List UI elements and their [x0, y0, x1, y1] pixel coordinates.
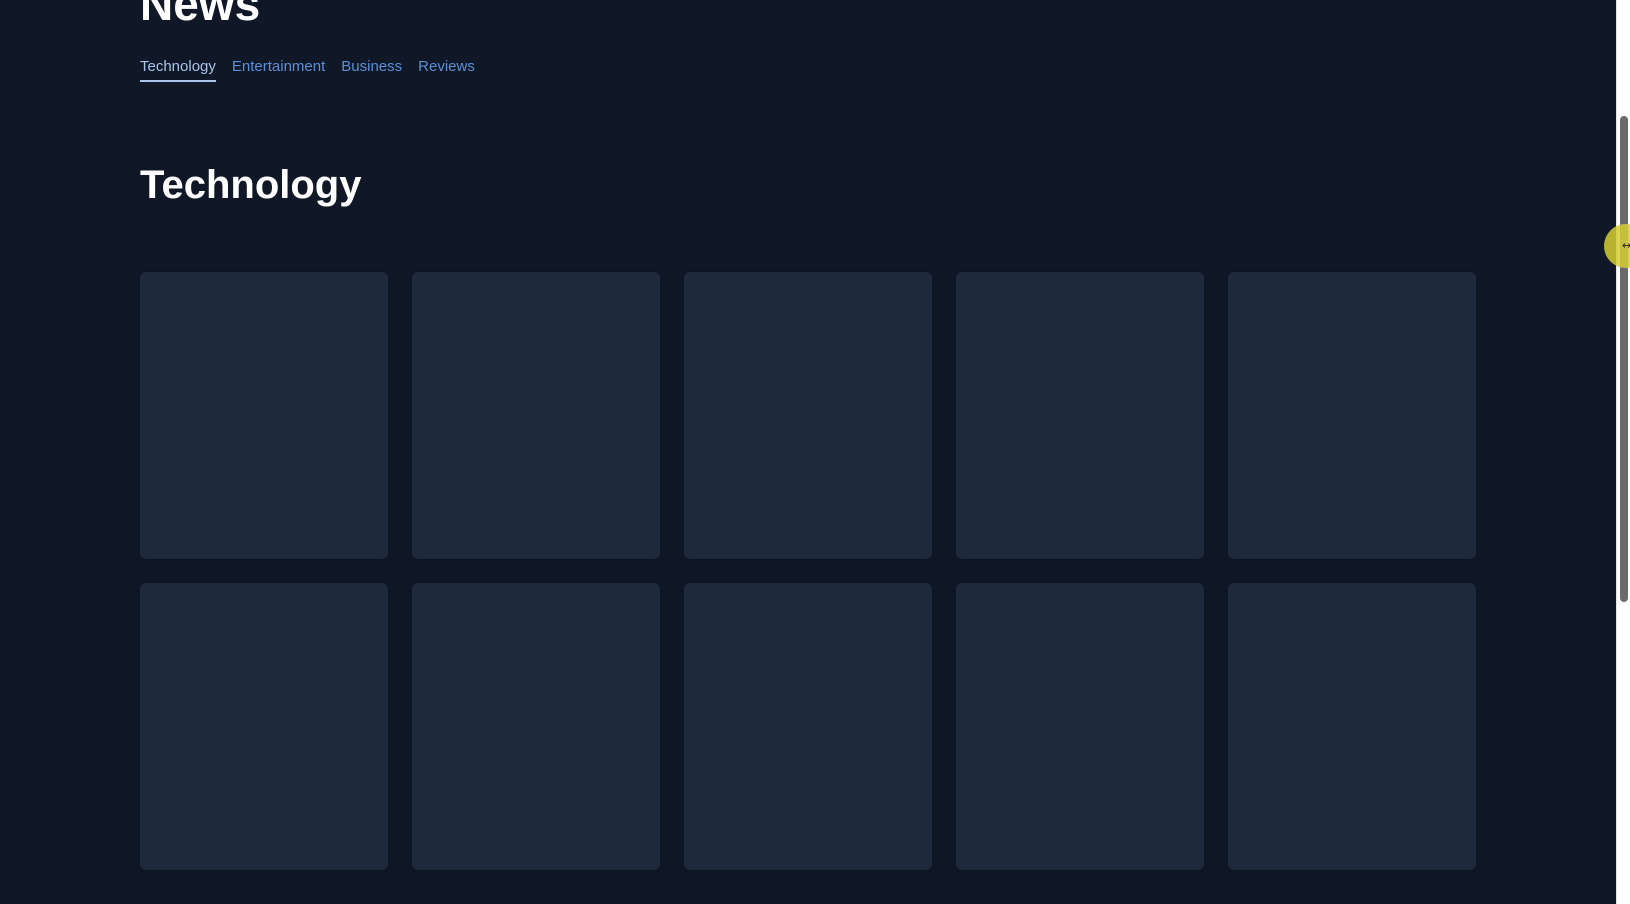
- news-card-placeholder[interactable]: [684, 272, 932, 559]
- vertical-scrollbar[interactable]: [1616, 0, 1630, 904]
- news-card-placeholder[interactable]: [956, 583, 1204, 870]
- news-card-placeholder[interactable]: [956, 272, 1204, 559]
- page-viewport: News Technology Entertainment Business R…: [0, 0, 1616, 904]
- news-card-placeholder[interactable]: [1228, 272, 1476, 559]
- scrollbar-thumb[interactable]: [1620, 116, 1628, 602]
- category-tabs: Technology Entertainment Business Review…: [140, 56, 475, 82]
- tab-business[interactable]: Business: [341, 56, 402, 82]
- section-title: Technology: [140, 163, 362, 207]
- tab-technology[interactable]: Technology: [140, 56, 216, 82]
- news-card-placeholder[interactable]: [684, 583, 932, 870]
- tab-reviews[interactable]: Reviews: [418, 56, 475, 82]
- news-card-placeholder[interactable]: [412, 583, 660, 870]
- site-title: News: [140, 0, 261, 30]
- news-card-placeholder[interactable]: [1228, 583, 1476, 870]
- news-card-grid: [140, 272, 1476, 870]
- news-card-placeholder[interactable]: [140, 272, 388, 559]
- tab-entertainment[interactable]: Entertainment: [232, 56, 325, 82]
- resize-horizontal-icon: ↔: [1622, 239, 1630, 252]
- news-card-placeholder[interactable]: [140, 583, 388, 870]
- news-card-placeholder[interactable]: [412, 272, 660, 559]
